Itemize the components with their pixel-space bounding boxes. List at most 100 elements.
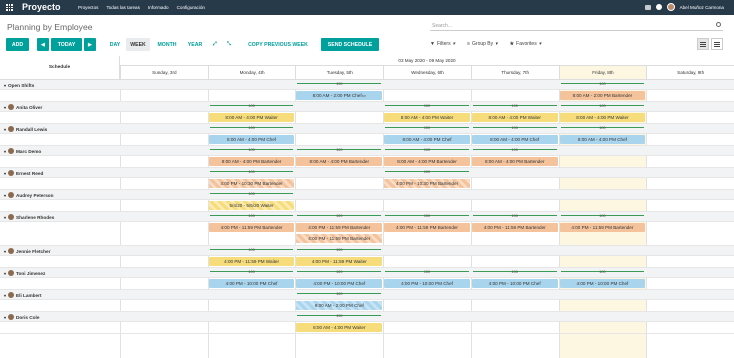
today-button[interactable]: TODAY — [51, 38, 82, 51]
shift-pill[interactable]: 4:00 PM - 11:59 PM Bartender — [384, 223, 470, 232]
shift-pill[interactable]: 5/4/20 - 5/5/20 Waiter — [208, 201, 295, 210]
app-brand[interactable]: Proyecto — [22, 2, 61, 12]
caret-icon[interactable]: ▾ — [4, 271, 6, 276]
comment-icon[interactable]: ▭ — [362, 93, 366, 99]
shift-pill[interactable]: 8:00 AM - 4:00 PM Chef — [208, 135, 295, 144]
shift-pill[interactable]: 4:00 PM - 10:00 PM Chef — [471, 279, 558, 288]
shift-pill[interactable]: 8:00 AM - 4:00 PM Chef — [384, 135, 470, 144]
shift-pill[interactable]: 8:00 AM - 2:00 PM Chef ▭ — [296, 91, 383, 100]
caret-icon[interactable]: ▾ — [4, 171, 6, 176]
copy-previous-week-button[interactable]: COPY PREVIOUS WEEK — [240, 38, 316, 51]
employee-row-label[interactable]: ▾ Audrey Peterson — [0, 190, 120, 200]
menu-item-proyectos[interactable]: Proyectos — [78, 5, 98, 10]
shift-pill[interactable]: 4:00 PM - 11:59 PM Bartender — [471, 223, 558, 232]
shift-pill[interactable]: 8:00 AM - 2:00 PM Bartender — [559, 91, 646, 100]
employee-row-label[interactable]: ▾ Jennie Fletcher — [0, 246, 120, 256]
search-icon[interactable] — [716, 22, 721, 27]
send-schedule-button[interactable]: SEND SCHEDULE — [321, 38, 379, 51]
utilization-bar: 100 — [209, 104, 294, 108]
employee-row-label[interactable]: ▾ Ernest Reed — [0, 168, 120, 178]
employee-row-label[interactable]: ▾ Toni Jimenez — [0, 268, 120, 278]
employee-name: Audrey Peterson — [16, 192, 54, 198]
shift-pill[interactable]: 4:00 PM - 11:59 PM Bartender — [208, 223, 295, 232]
shift-pill[interactable]: 4:00 PM - 11:59 PM Bartender — [296, 234, 383, 243]
shift-pill[interactable]: 8:00 AM - 4:00 PM Waiter — [559, 113, 646, 122]
employee-row-label[interactable]: ▾ Marc Demo — [0, 146, 120, 156]
utilization-bar: 100 — [209, 248, 294, 252]
shift-pill[interactable]: 4:00 PM - 11:59 PM Bartender — [296, 223, 383, 232]
row-divider — [0, 333, 734, 334]
day-button[interactable]: DAY — [104, 38, 126, 51]
employee-row-label[interactable]: ▾ Doris Cole — [0, 312, 120, 322]
shift-pill[interactable]: 4:00 PM - 10:00 PM Chef — [559, 279, 646, 288]
avatar — [8, 126, 15, 132]
shift-pill[interactable]: 4:00 PM - 10:30 PM Bartender — [208, 179, 295, 188]
employee-row-label[interactable]: ▾ Anita Oliver — [0, 102, 120, 112]
shift-pill[interactable]: 8:00 AM - 4:00 PM Chef — [559, 135, 646, 144]
caret-icon[interactable]: ▾ — [4, 127, 6, 132]
shift-pill[interactable]: 4:00 PM - 10:30 PM Bartender — [384, 179, 470, 188]
employee-row-label[interactable]: ▾ Eli Lambert — [0, 290, 120, 300]
shift-pill[interactable]: 4:00 PM - 11:59 PM Waiter — [208, 257, 295, 266]
apps-grid-icon[interactable] — [6, 4, 13, 11]
employee-row-label[interactable]: ▾ Sharlene Rhodes — [0, 212, 120, 222]
employee-name: Anita Oliver — [16, 104, 43, 110]
shift-pill[interactable]: 4:00 PM - 11:59 PM Bartender — [559, 223, 646, 232]
group-by-dropdown[interactable]: ≡ Group By ▾ — [467, 41, 498, 47]
gantt-view-icon[interactable] — [697, 38, 709, 50]
week-button[interactable]: WEEK — [126, 38, 150, 51]
filters-dropdown[interactable]: ▼ Filters ▾ — [430, 41, 455, 47]
employee-row-label[interactable]: ▾ Open Shifts — [0, 80, 120, 90]
caret-icon[interactable]: ▾ — [4, 83, 6, 88]
shift-pill[interactable]: 4:00 PM - 10:00 PM Chef — [384, 279, 470, 288]
user-name[interactable]: Abel Muñoz Carmona — [680, 5, 724, 10]
employee-row-label[interactable]: ▾ Randall Lewis — [0, 124, 120, 134]
shift-pill[interactable]: 8:00 AM - 4:00 PM Waiter — [208, 113, 295, 122]
caret-icon[interactable]: ▾ — [4, 315, 6, 320]
next-arrow-icon[interactable]: ▶ — [84, 38, 96, 51]
day-header: Friday, 8th — [558, 66, 647, 80]
utilization-bar: 100 — [209, 148, 294, 152]
shift-pill[interactable]: 8:00 AM - 4:00 PM Bartender — [384, 157, 470, 166]
menu-item-tareas[interactable]: Todas las tareas — [106, 5, 139, 10]
caret-icon[interactable]: ▾ — [4, 293, 6, 298]
add-button[interactable]: ADD — [6, 38, 29, 51]
search-input[interactable]: Search... — [430, 20, 723, 31]
group-icon: ≡ — [467, 41, 471, 47]
utilization-bar: 100 — [385, 170, 469, 174]
caret-icon[interactable]: ▾ — [4, 105, 6, 110]
utilization-bar: 100 — [560, 126, 645, 130]
caret-icon[interactable]: ▾ — [4, 149, 6, 154]
caret-icon[interactable]: ▾ — [4, 215, 6, 220]
menu-item-configuracion[interactable]: Configuración — [177, 5, 205, 10]
avatar[interactable] — [666, 3, 675, 11]
chat-icon[interactable] — [644, 4, 651, 10]
date-range-header: 03 May 2020 - 09 May 2020 — [120, 56, 734, 66]
shift-pill[interactable]: 4:00 PM - 10:00 PM Chef — [208, 279, 295, 288]
shift-pill[interactable]: 8:00 AM - 4:00 PM Bartender — [471, 157, 558, 166]
shift-pill[interactable]: 8:00 AM - 4:00 PM Waiter — [296, 323, 383, 332]
shift-pill[interactable]: 8:00 AM - 4:00 PM Chef — [471, 135, 558, 144]
utilization-bar: 100 — [297, 148, 382, 152]
notification-icon[interactable] — [655, 4, 662, 10]
shift-pill[interactable]: 8:00 AM - 4:00 PM Bartender — [208, 157, 295, 166]
day-header: Monday, 4th — [207, 66, 296, 80]
shift-pill[interactable]: 4:00 PM - 11:59 PM Waiter — [296, 257, 383, 266]
expand-icon[interactable]: ⤢ — [210, 38, 220, 51]
caret-icon[interactable]: ▾ — [4, 193, 6, 198]
shift-pill[interactable]: 8:00 AM - 4:00 PM Bartender — [296, 157, 383, 166]
shift-pill[interactable]: 4:00 PM - 10:00 PM Chef — [296, 279, 383, 288]
prev-arrow-icon[interactable]: ◀ — [37, 38, 49, 51]
month-button[interactable]: MONTH — [152, 38, 182, 51]
utilization-bar: 100 — [560, 82, 645, 86]
year-button[interactable]: YEAR — [184, 38, 206, 51]
star-icon: ★ — [509, 41, 515, 47]
shift-pill[interactable]: 9:00 AM - 2:00 PM Chef — [296, 301, 383, 310]
compress-icon[interactable]: ⤡ — [224, 38, 234, 51]
menu-item-informado[interactable]: Informado — [148, 5, 169, 10]
list-view-icon[interactable] — [711, 38, 723, 50]
shift-pill[interactable]: 8:00 AM - 4:00 PM Waiter — [384, 113, 470, 122]
shift-pill[interactable]: 8:00 AM - 4:00 PM Waiter — [471, 113, 558, 122]
favorites-dropdown[interactable]: ★ Favorites ▾ — [510, 41, 542, 47]
caret-icon[interactable]: ▾ — [4, 249, 6, 254]
